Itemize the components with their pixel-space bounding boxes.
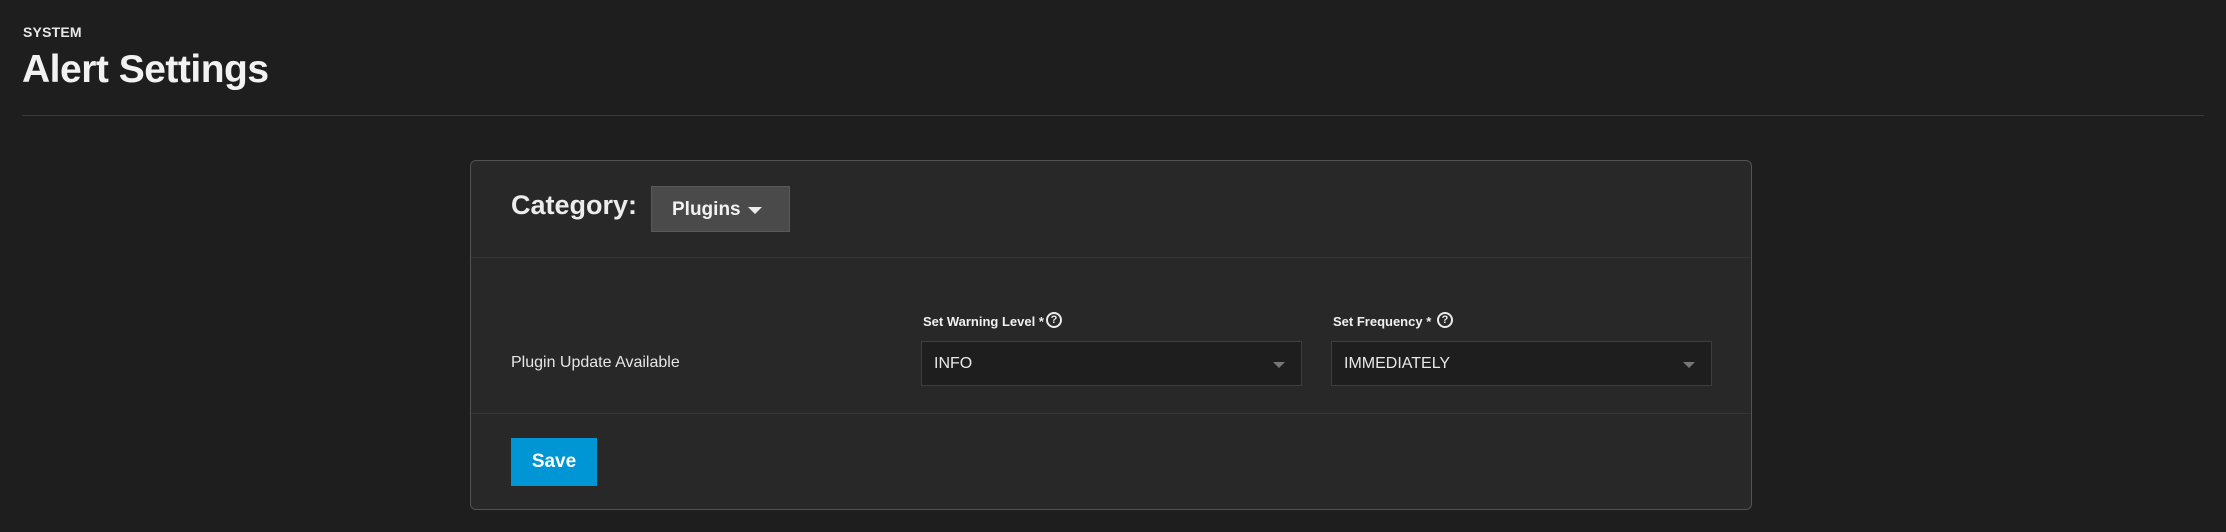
frequency-value: IMMEDIATELY — [1344, 355, 1451, 372]
help-circle-icon[interactable]: ? — [1437, 312, 1453, 328]
category-selected-value: Plugins — [672, 199, 741, 220]
alert-settings-card: Category: Plugins Plugin Update Availabl… — [470, 160, 1752, 510]
alert-name: Plugin Update Available — [511, 354, 680, 371]
warning-level-value: INFO — [934, 355, 973, 372]
caret-down-icon — [748, 207, 762, 214]
breadcrumb[interactable]: SYSTEM — [23, 24, 82, 40]
category-select[interactable]: Plugins — [651, 186, 790, 232]
alert-row: Plugin Update Available Set Warning Leve… — [471, 258, 1751, 414]
frequency-label: Set Frequency * — [1333, 314, 1432, 329]
card-header: Category: Plugins — [471, 161, 1751, 258]
header-divider — [22, 115, 2204, 116]
save-button[interactable]: Save — [511, 438, 597, 486]
warning-level-label: Set Warning Level * — [923, 314, 1044, 329]
help-circle-icon[interactable]: ? — [1046, 312, 1062, 328]
chevron-down-icon — [1683, 362, 1695, 368]
chevron-down-icon — [1273, 362, 1285, 368]
page-title: Alert Settings — [22, 48, 269, 91]
alert-settings-page: SYSTEM Alert Settings Category: Plugins … — [0, 0, 2226, 532]
frequency-select[interactable]: IMMEDIATELY — [1331, 341, 1712, 386]
warning-level-select[interactable]: INFO — [921, 341, 1302, 386]
category-label: Category: — [511, 190, 638, 220]
